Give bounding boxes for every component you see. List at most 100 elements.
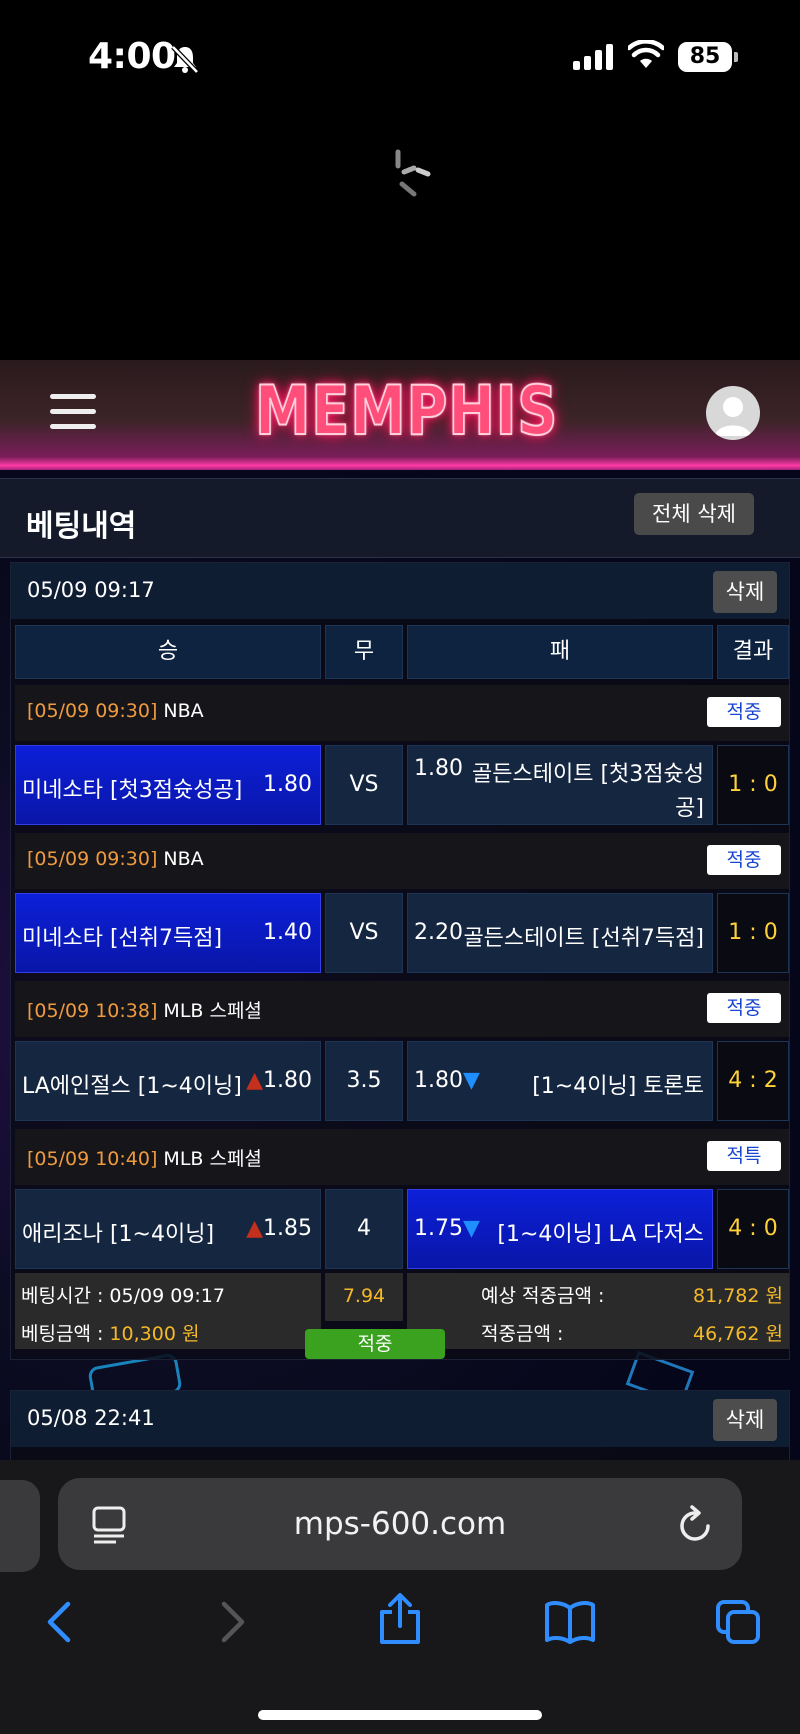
- reload-icon[interactable]: [678, 1504, 714, 1544]
- home-team: LA에인절스 [1~4이닝]: [22, 1074, 242, 1099]
- tabs-icon[interactable]: [714, 1598, 762, 1646]
- web-page: MEMPHIS 베팅내역 전체 삭제 05/09 09:17 삭제 승 무 패 …: [0, 360, 800, 1460]
- away-team: [1~4이닝] 토론토: [532, 1074, 704, 1099]
- score-cell: 1 : 0: [717, 745, 789, 825]
- bet-card: 05/08 22:41 삭제: [10, 1390, 790, 1460]
- column-header-win: 승: [15, 625, 321, 679]
- away-team-line2: 공]: [675, 796, 704, 821]
- column-header-draw: 무: [325, 625, 403, 679]
- arrow-down-icon: ▼: [462, 1216, 480, 1241]
- home-indicator[interactable]: [258, 1710, 542, 1720]
- away-pick-cell[interactable]: 2.20 골든스테이트 [선취7득점]: [407, 893, 713, 973]
- address-bar[interactable]: mps-600.com: [58, 1478, 742, 1570]
- away-pick-cell[interactable]: 1.80 골든스테이트 [첫3점슛성 공]: [407, 745, 713, 825]
- away-odds: 1.80: [414, 1068, 463, 1093]
- score-cell: 4 : 0: [717, 1189, 789, 1269]
- previous-tab-preview[interactable]: [0, 1480, 40, 1572]
- total-odds: 7.94: [342, 1285, 386, 1307]
- payout-box: 예상 적중금액 : 81,782 원 적중금액 : 46,762 원: [407, 1273, 789, 1349]
- bet-time: 베팅시간 : 05/09 09:17: [21, 1285, 225, 1307]
- menu-icon[interactable]: [50, 394, 96, 430]
- game-info-row: [05/09 09:30] NBA 적중: [15, 833, 789, 889]
- league-name: MLB 스페셜: [163, 1148, 262, 1170]
- signal-icon: [573, 44, 613, 70]
- away-team: 골든스테이트 [첫3점슛성: [472, 762, 704, 787]
- delete-button[interactable]: 삭제: [713, 1399, 777, 1441]
- home-pick-cell[interactable]: LA에인절스 [1~4이닝] ▲1.80: [15, 1041, 321, 1121]
- arrow-up-icon: ▲: [246, 1068, 264, 1093]
- delete-button[interactable]: 삭제: [713, 571, 777, 613]
- browser-nav: [0, 1593, 800, 1660]
- arrow-up-icon: ▲: [246, 1216, 264, 1241]
- spinner-icon: [395, 149, 431, 197]
- share-icon[interactable]: [378, 1592, 422, 1646]
- score: 1 : 0: [728, 920, 778, 945]
- handicap-cell[interactable]: 4: [325, 1189, 403, 1269]
- league-name: MLB 스페셜: [163, 1000, 262, 1022]
- away-team: 골든스테이트 [선취7득점]: [463, 926, 704, 951]
- score: 4 : 2: [728, 1068, 778, 1093]
- away-odds: 2.20: [414, 920, 463, 945]
- bet-datetime: 05/09 09:17: [27, 578, 155, 602]
- bet-card-header: 05/09 09:17 삭제: [11, 563, 789, 619]
- back-icon[interactable]: [44, 1600, 74, 1644]
- browser-toolbar: mps-600.com: [0, 1460, 800, 1734]
- page-title-bar: 베팅내역 전체 삭제: [0, 478, 800, 558]
- bet-datetime: 05/08 22:41: [27, 1406, 155, 1430]
- silent-bell-icon: [171, 45, 199, 74]
- url-text[interactable]: mps-600.com: [58, 1506, 742, 1542]
- game-time: [05/09 09:30]: [27, 700, 158, 722]
- status-time: 4:00: [88, 36, 176, 77]
- handicap-cell[interactable]: 3.5: [325, 1041, 403, 1121]
- bet-amount: 10,300 원: [109, 1323, 200, 1345]
- page-title: 베팅내역: [26, 509, 137, 544]
- home-pick-cell[interactable]: 미네소타 [첫3점슛성공] 1.80: [15, 745, 321, 825]
- handicap-value: 3.5: [346, 1068, 382, 1093]
- away-odds: 1.80: [414, 756, 463, 781]
- wifi-icon: [628, 40, 664, 68]
- total-odds-box: 7.94: [325, 1273, 403, 1321]
- status-bar: 4:00 85: [0, 0, 800, 120]
- user-icon[interactable]: [706, 386, 760, 440]
- delete-all-button[interactable]: 전체 삭제: [634, 493, 754, 535]
- result-badge: 적중: [707, 845, 781, 875]
- bet-status-badge: 적중: [305, 1329, 445, 1359]
- score: 1 : 0: [728, 772, 778, 797]
- game-time: [05/09 10:40]: [27, 1148, 158, 1170]
- bet-card: 05/09 09:17 삭제 승 무 패 결과 [05/09 09:30] NB…: [10, 562, 790, 1360]
- home-pick-cell[interactable]: 미네소타 [선취7득점] 1.40: [15, 893, 321, 973]
- draw-value: VS: [349, 772, 379, 797]
- game-info-row: [05/09 10:38] MLB 스페셜 적중: [15, 981, 789, 1037]
- score-cell: 4 : 2: [717, 1041, 789, 1121]
- away-pick-cell[interactable]: 1.75▼ [1~4이닝] LA 다저스: [407, 1189, 713, 1269]
- column-header-lose: 패: [407, 625, 713, 679]
- site-logo[interactable]: MEMPHIS: [254, 371, 558, 452]
- column-header-result: 결과: [717, 625, 789, 679]
- result-badge: 적특: [707, 1141, 781, 1171]
- score-cell: 1 : 0: [717, 893, 789, 973]
- home-odds: 1.85: [263, 1216, 312, 1241]
- bet-summary: 베팅시간 : 05/09 09:17 베팅금액 : 10,300 원 7.94 …: [15, 1273, 789, 1359]
- home-odds: 1.40: [263, 920, 312, 945]
- bet-card-header: 05/08 22:41 삭제: [11, 1391, 789, 1447]
- game-time: [05/09 09:30]: [27, 848, 158, 870]
- away-pick-cell[interactable]: 1.80▼ [1~4이닝] 토론토: [407, 1041, 713, 1121]
- battery-icon: 85: [678, 42, 738, 72]
- bet-amount-label: 베팅금액 :: [21, 1323, 104, 1345]
- bet-info-box: 베팅시간 : 05/09 09:17 베팅금액 : 10,300 원: [15, 1273, 321, 1349]
- win-amount: 46,762 원: [692, 1323, 783, 1345]
- draw-cell[interactable]: VS: [325, 745, 403, 825]
- forward-icon[interactable]: [218, 1600, 248, 1644]
- draw-cell[interactable]: VS: [325, 893, 403, 973]
- game-time: [05/09 10:38]: [27, 1000, 158, 1022]
- away-team: [1~4이닝] LA 다저스: [497, 1222, 704, 1247]
- home-odds: 1.80: [263, 772, 312, 797]
- home-pick-cell[interactable]: 애리조나 [1~4이닝] ▲1.85: [15, 1189, 321, 1269]
- draw-value: VS: [349, 920, 379, 945]
- game-info-row: [05/09 10:40] MLB 스페셜 적특: [15, 1129, 789, 1185]
- result-badge: 적중: [707, 993, 781, 1023]
- league-name: NBA: [163, 848, 204, 870]
- arrow-down-icon: ▼: [462, 1068, 480, 1093]
- bookmarks-icon[interactable]: [544, 1600, 596, 1644]
- expected-label: 예상 적중금액 :: [481, 1285, 605, 1307]
